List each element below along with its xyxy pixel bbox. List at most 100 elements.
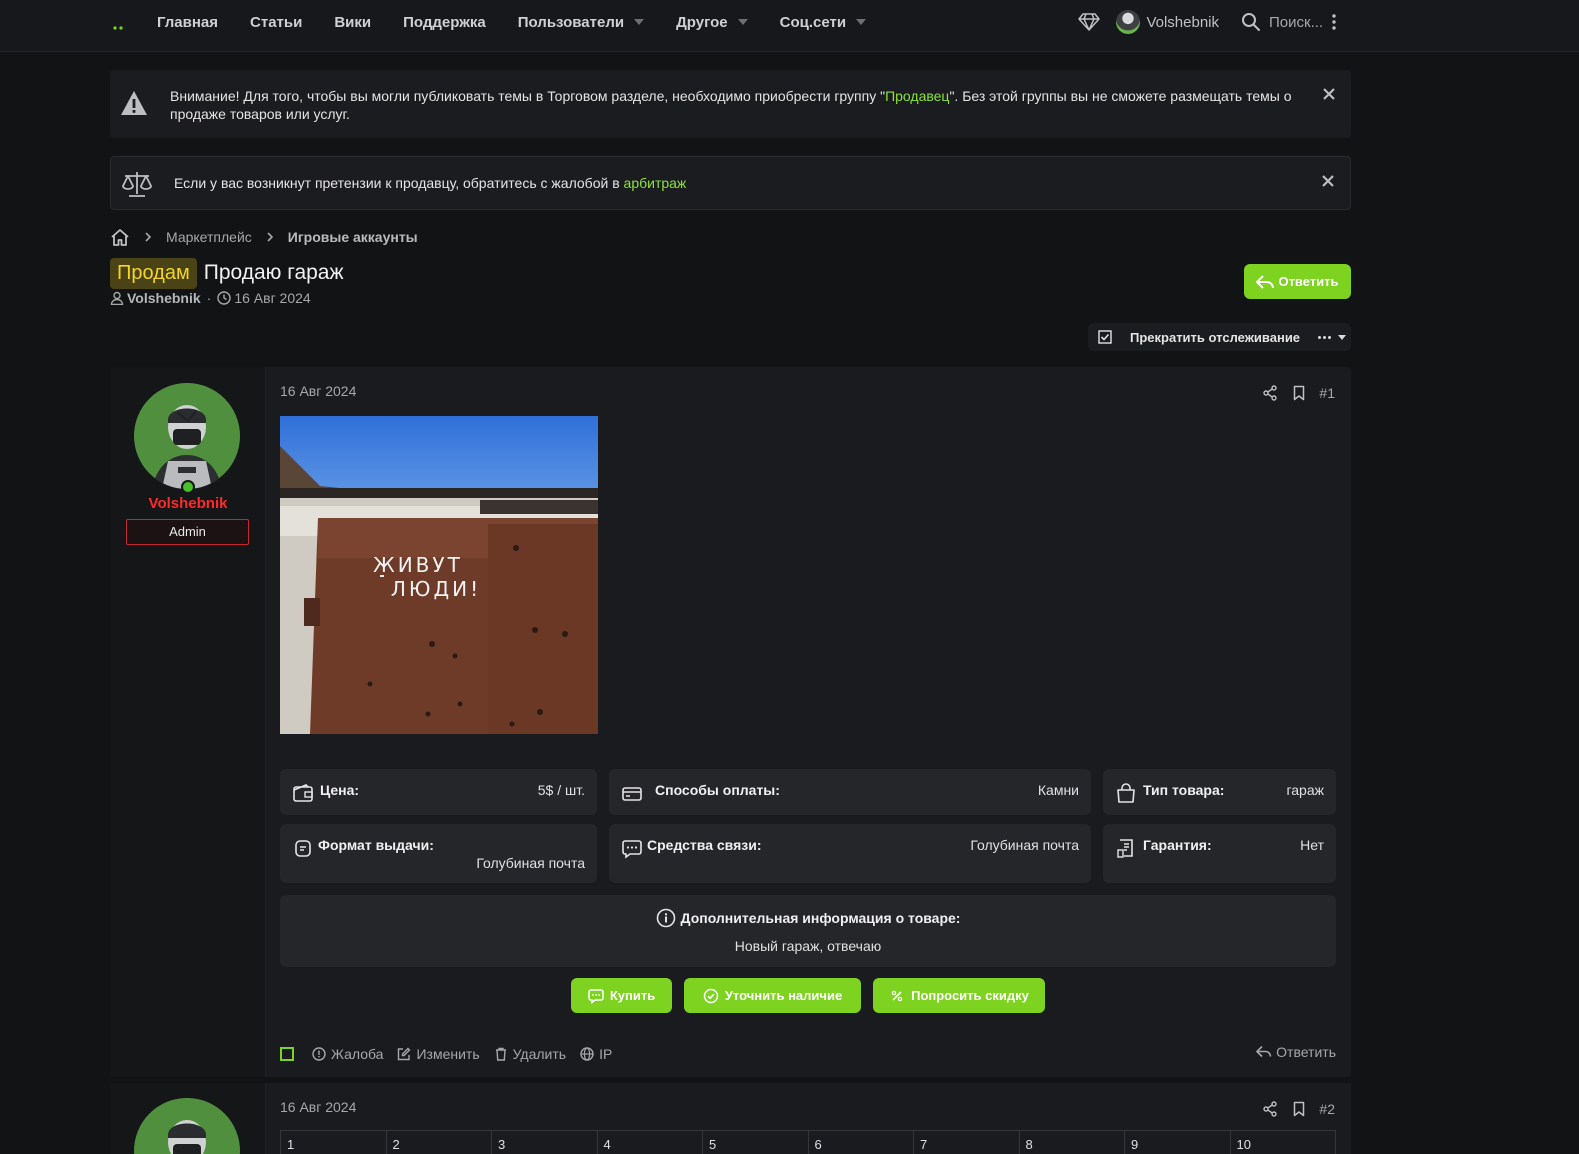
chat-icon <box>588 988 604 1004</box>
arbitration-notice: Если у вас возникнут претензии к продавц… <box>110 156 1351 210</box>
home-icon[interactable] <box>110 228 130 246</box>
document-icon <box>295 840 311 857</box>
post-number[interactable]: #2 <box>1319 1101 1335 1117</box>
select-post-checkbox[interactable] <box>280 1047 294 1061</box>
nav-item-1[interactable]: Статьи <box>250 14 302 31</box>
bookmark-icon[interactable] <box>1291 1101 1307 1117</box>
nav-username[interactable]: Volshebnik <box>1146 14 1219 31</box>
breadcrumb-game-accounts[interactable]: Игровые аккаунты <box>288 229 418 245</box>
thread-tools-dropdown[interactable] <box>1318 334 1347 340</box>
delete-link[interactable]: Удалить <box>494 1046 566 1062</box>
extra-info-box: Дополнительная информация о товаре: Новы… <box>280 895 1336 967</box>
chevron-right-icon <box>145 232 152 242</box>
more-vertical-icon[interactable] <box>1330 12 1338 32</box>
type-label: Тип товара: <box>1143 782 1225 798</box>
online-indicator <box>181 480 195 494</box>
shopping-bag-icon <box>1117 783 1135 803</box>
reply-button[interactable]: Ответить <box>1244 264 1351 299</box>
price-value: 5$ / шт. <box>537 782 585 798</box>
warranty-field: Гарантия: Нет <box>1103 824 1336 883</box>
user-icon <box>110 291 124 305</box>
reply-icon <box>1256 274 1275 289</box>
close-icon[interactable] <box>1322 175 1334 187</box>
check-circle-icon <box>703 988 719 1003</box>
diamond-icon[interactable] <box>1078 12 1101 32</box>
alert-circle-icon <box>312 1047 326 1061</box>
table-header-cell: 5 <box>702 1131 808 1154</box>
post-tools: #1 <box>1249 385 1335 401</box>
nav-item-5[interactable]: Другое <box>676 14 748 31</box>
author-avatar[interactable] <box>134 1098 240 1154</box>
watch-toggle[interactable]: Прекратить отслеживание <box>1088 323 1351 351</box>
search-input[interactable]: Поиск... <box>1269 14 1351 31</box>
breadcrumb-marketplace[interactable]: Маркетплейс <box>166 229 252 245</box>
report-link[interactable]: Жалоба <box>312 1046 383 1062</box>
globe-icon <box>580 1047 594 1061</box>
format-field: Формат выдачи: Голубиная почта <box>280 824 597 883</box>
percent-icon <box>891 990 903 1001</box>
nav-item-6[interactable]: Соц.сети <box>780 14 867 31</box>
table-header-cell: 6 <box>807 1131 914 1154</box>
nav-item-4[interactable]: Пользователи <box>518 14 645 31</box>
caret-down-icon[interactable] <box>634 19 645 25</box>
warranty-label: Гарантия: <box>1143 837 1212 853</box>
type-value: гараж <box>1286 782 1324 798</box>
post-reply-link[interactable]: Ответить <box>1256 1044 1336 1060</box>
top-navigation: Главная Статьи Вики Поддержка Пользователи Др… <box>0 0 1579 52</box>
ip-link[interactable]: IP <box>580 1046 612 1062</box>
thread-date[interactable]: 16 Авг 2024 <box>234 290 310 306</box>
page-title: Продаю гараж <box>203 261 344 284</box>
ask-discount-button[interactable]: Попросить скидку <box>873 978 1045 1013</box>
user-title-badge: Admin <box>126 519 249 545</box>
arbitration-link[interactable]: арбитраж <box>624 175 687 191</box>
chevron-right-icon <box>267 232 273 242</box>
post-date[interactable]: 16 Авг 2024 <box>280 1099 356 1115</box>
scales-icon <box>122 172 152 197</box>
check-availability-button[interactable]: Уточнить наличие <box>684 978 861 1013</box>
credit-card-icon <box>622 787 642 801</box>
thread-author[interactable]: Volshebnik <box>127 290 201 306</box>
arbitration-notice-text: Если у вас возникнут претензии к продавц… <box>174 175 687 191</box>
caret-down-icon[interactable] <box>737 19 748 25</box>
info-icon <box>656 908 675 928</box>
buy-button[interactable]: Купить <box>571 978 672 1013</box>
close-icon[interactable] <box>1323 88 1335 100</box>
user-avatar[interactable] <box>1116 10 1141 34</box>
checkbox-checked-icon <box>1098 330 1112 344</box>
table-header-cell: 10 <box>1229 1131 1336 1154</box>
clock-icon <box>217 291 232 305</box>
post-number[interactable]: #1 <box>1319 385 1335 401</box>
caret-down-icon[interactable] <box>856 19 867 25</box>
watch-label: Прекратить отслеживание <box>1130 329 1301 345</box>
post-author-panel: Volshebnik Admin <box>110 367 266 1077</box>
table-header-cell: 9 <box>1124 1131 1230 1154</box>
post-date[interactable]: 16 Авг 2024 <box>280 383 356 399</box>
share-icon[interactable] <box>1262 385 1278 401</box>
seller-group-link[interactable]: Продавец <box>885 88 949 104</box>
contact-value: Голубиная почта <box>970 837 1079 853</box>
post-table-header: 1 2 3 4 5 6 7 8 9 10 <box>280 1130 1336 1154</box>
nav-menu: Главная Статьи Вики Поддержка Пользователи Др… <box>157 0 898 44</box>
chat-icon <box>622 840 642 859</box>
bookmark-icon[interactable] <box>1291 385 1307 401</box>
seller-notice-text: Внимание! Для того, чтобы вы могли публи… <box>170 88 1292 122</box>
nav-item-3[interactable]: Поддержка <box>403 14 486 31</box>
author-avatar[interactable] <box>134 383 240 489</box>
search-icon[interactable] <box>1241 12 1261 32</box>
table-header-cell: 2 <box>385 1131 492 1154</box>
post-author-name[interactable]: Volshebnik <box>110 495 266 512</box>
photo-text-line2: ЛЮДИ! <box>391 577 481 601</box>
nav-item-2[interactable]: Вики <box>334 14 371 31</box>
breadcrumb: Маркетплейс Игровые аккаунты <box>110 227 432 247</box>
nav-item-0[interactable]: Главная <box>157 14 218 31</box>
share-icon[interactable] <box>1262 1101 1278 1117</box>
trash-icon <box>495 1047 506 1061</box>
payment-value: Камни <box>1037 782 1079 798</box>
wallet-icon <box>293 784 313 802</box>
site-logo-icon[interactable] <box>110 16 130 36</box>
post-image[interactable]: ЖИВУТ ЛЮДИ! <box>280 416 598 734</box>
table-header-cell: 3 <box>491 1131 597 1154</box>
price-field: Цена: 5$ / шт. <box>280 769 597 815</box>
thread-prefix[interactable]: Продам <box>110 257 197 289</box>
edit-link[interactable]: Изменить <box>397 1046 480 1062</box>
